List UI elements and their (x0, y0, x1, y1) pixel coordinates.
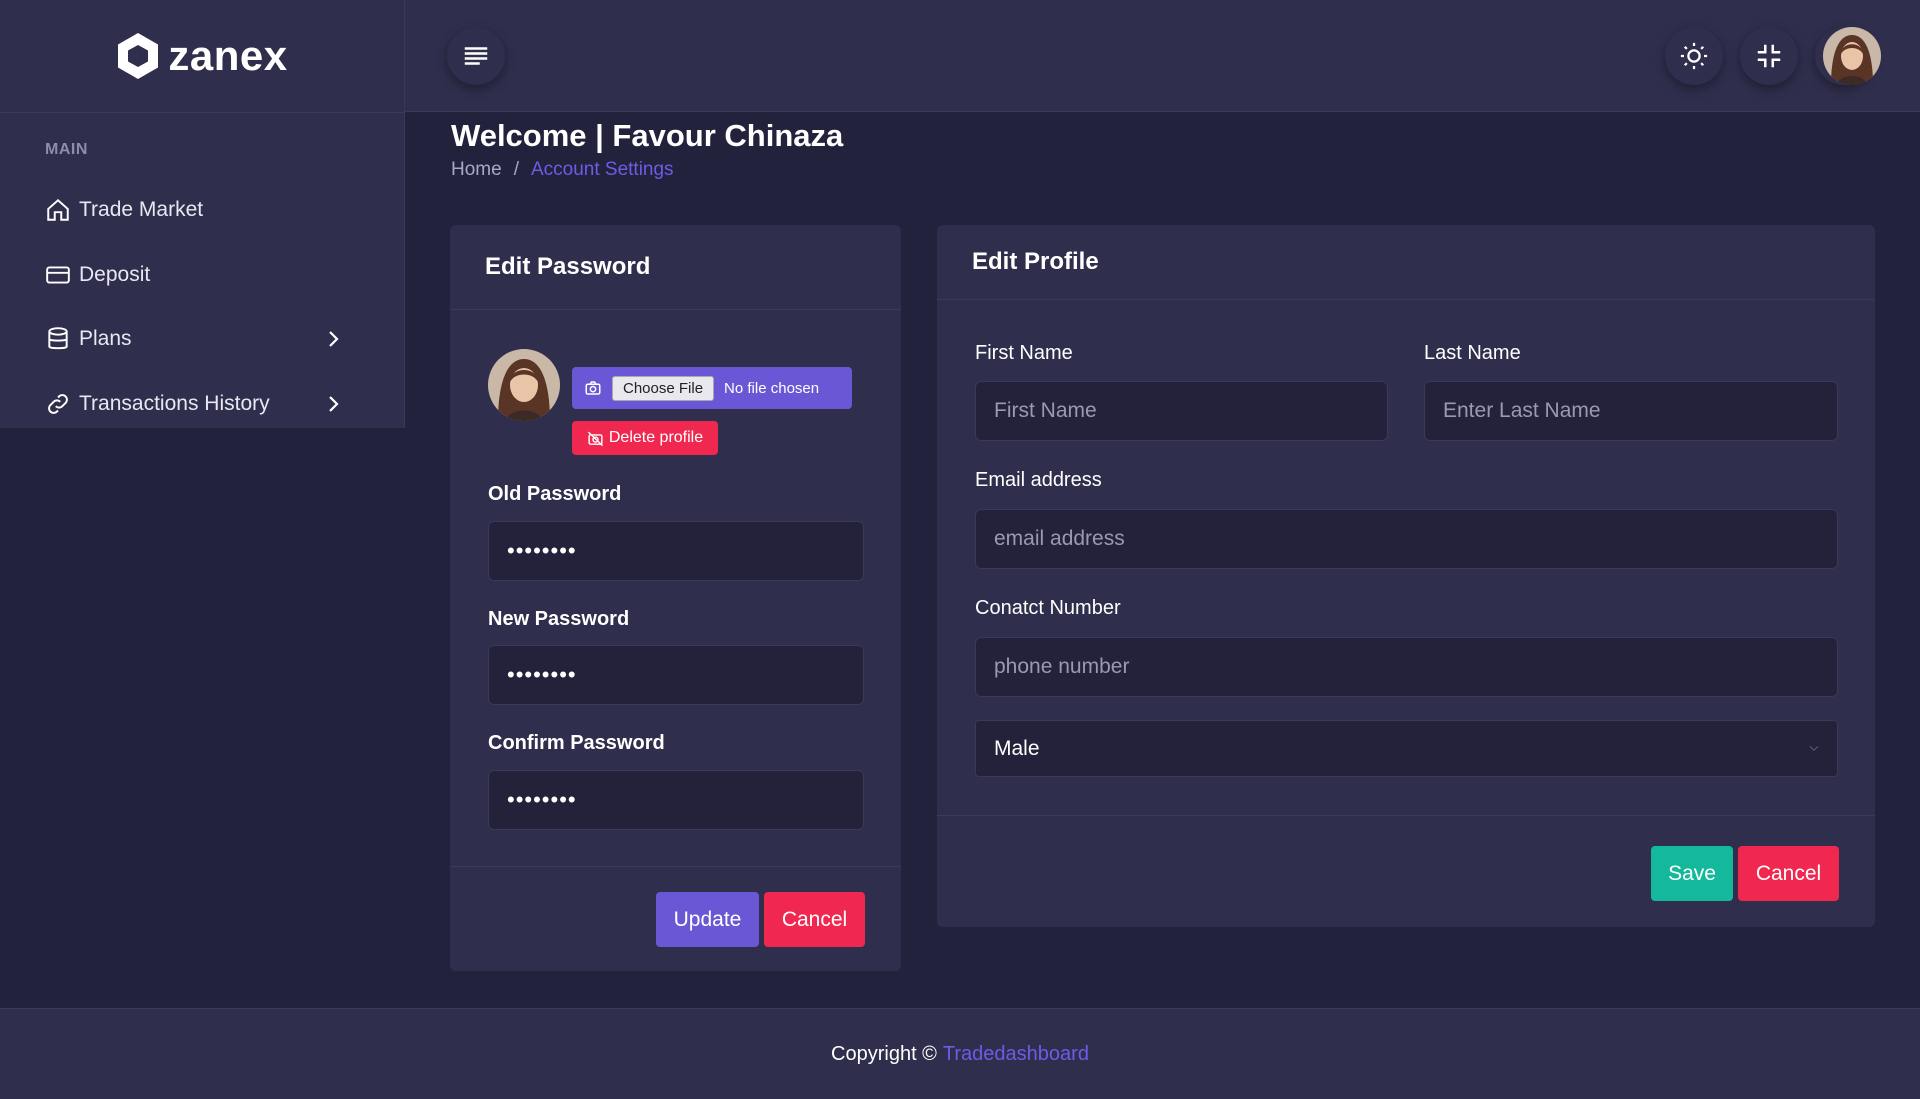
copyright-text: Copyright © (831, 1042, 937, 1065)
logo-text: zanex (168, 32, 288, 79)
email-input[interactable]: email address (975, 509, 1838, 569)
profile-file-input[interactable]: Choose File No file chosen (572, 367, 852, 409)
sidebar-item-trade-market[interactable]: Trade Market (45, 190, 345, 230)
card-title: Edit Password (450, 225, 901, 310)
breadcrumb-current[interactable]: Account Settings (531, 159, 674, 181)
sidebar-item-transactions-history[interactable]: Transactions History (45, 384, 345, 424)
user-avatar[interactable] (1823, 27, 1881, 85)
card-divider (937, 815, 1875, 816)
confirm-password-label: Confirm Password (488, 732, 665, 754)
cancel-password-button[interactable]: Cancel (764, 892, 865, 947)
camera-off-icon (587, 431, 603, 446)
card-divider (450, 866, 901, 867)
delete-profile-button[interactable]: Delete profile (572, 421, 718, 455)
new-password-label: New Password (488, 608, 630, 630)
chevron-right-icon (329, 331, 339, 347)
sidebar-item-deposit[interactable]: Deposit (45, 255, 345, 295)
sidebar-item-label: Transactions History (79, 392, 270, 415)
save-button[interactable]: Save (1651, 846, 1733, 901)
sidebar-item-label: Plans (79, 327, 132, 350)
old-password-label: Old Password (488, 483, 622, 505)
email-label: Email address (975, 469, 1102, 491)
old-password-input[interactable]: •••••••• (488, 521, 864, 581)
home-icon (45, 197, 71, 223)
first-name-input[interactable]: First Name (975, 381, 1388, 441)
menu-toggle-button[interactable] (447, 27, 505, 85)
cancel-profile-button[interactable]: Cancel (1738, 846, 1839, 901)
phone-input[interactable]: phone number (975, 637, 1838, 697)
edit-password-card: Edit Password (450, 225, 901, 971)
fullscreen-toggle-button[interactable] (1740, 27, 1798, 85)
page-title: Welcome | Favour Chinaza (451, 118, 844, 153)
new-password-input[interactable]: •••••••• (488, 645, 864, 705)
credit-card-icon (45, 262, 71, 288)
choose-file-button[interactable]: Choose File (612, 375, 715, 401)
footer: Copyright © Tradedashboard (0, 1008, 1920, 1099)
delete-profile-label: Delete profile (608, 429, 704, 446)
card-title: Edit Profile (937, 225, 1875, 300)
chevron-down-icon (1809, 745, 1819, 752)
menu-icon (464, 47, 488, 65)
chevron-right-icon (329, 396, 339, 412)
sidebar: zanex MAIN Trade Market Deposit Plans Tr… (0, 0, 405, 428)
breadcrumb-separator: / (513, 159, 519, 180)
breadcrumb-home[interactable]: Home (451, 159, 502, 181)
sidebar-item-label: Deposit (79, 263, 151, 286)
logo[interactable]: zanex (0, 0, 404, 113)
footer-brand-link[interactable]: Tradedashboard (943, 1043, 1089, 1066)
gender-selected-value: Male (994, 736, 1040, 760)
breadcrumb: Home / Account Settings (451, 159, 674, 181)
logo-hexagon-icon (118, 33, 159, 79)
edit-profile-card: Edit Profile (937, 225, 1875, 927)
sun-icon (1680, 42, 1708, 70)
file-status-text: No file chosen (724, 379, 820, 397)
gender-select[interactable]: Male (975, 720, 1838, 777)
sidebar-item-plans[interactable]: Plans (45, 319, 345, 359)
minimize-icon (1757, 44, 1781, 68)
avatar-photo-icon (1823, 27, 1881, 85)
sidebar-section-label: MAIN (45, 141, 88, 158)
profile-avatar (488, 349, 560, 421)
first-name-label: First Name (975, 342, 1073, 364)
theme-toggle-button[interactable] (1665, 27, 1723, 85)
update-button[interactable]: Update (656, 892, 759, 947)
sidebar-item-label: Trade Market (79, 198, 204, 221)
avatar-photo-icon (488, 349, 560, 421)
top-header (405, 0, 1920, 112)
last-name-label: Last Name (1424, 342, 1521, 364)
contact-number-label: Conatct Number (975, 597, 1121, 619)
link-icon (45, 391, 71, 417)
database-icon (45, 326, 71, 352)
camera-icon (585, 381, 601, 395)
last-name-input[interactable]: Enter Last Name (1424, 381, 1838, 441)
confirm-password-input[interactable]: •••••••• (488, 770, 864, 830)
